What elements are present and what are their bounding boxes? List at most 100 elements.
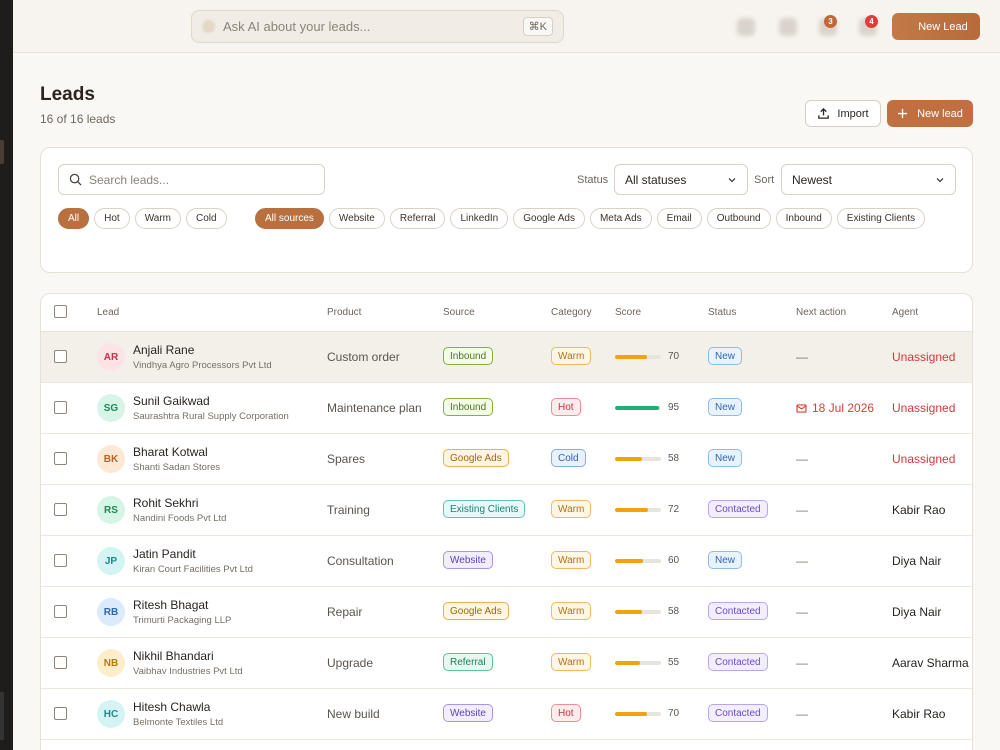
source-chip-website[interactable]: Website bbox=[328, 208, 385, 229]
table-row[interactable]: BK Bharat Kotwal Shanti Sadan Stores Spa… bbox=[41, 434, 972, 485]
new-lead-top-button[interactable]: New Lead bbox=[892, 13, 980, 40]
status-badge: New bbox=[708, 449, 743, 467]
agent-name[interactable]: Kabir Rao bbox=[892, 503, 945, 517]
plus-icon bbox=[897, 108, 908, 119]
source-chip-existing-clients[interactable]: Existing Clients bbox=[836, 208, 926, 229]
help-icon[interactable] bbox=[779, 18, 797, 36]
new-lead-button[interactable]: New lead bbox=[887, 100, 973, 127]
lead-company: Trimurti Packaging LLP bbox=[133, 615, 232, 626]
col-score[interactable]: Score bbox=[615, 307, 641, 318]
row-checkbox[interactable] bbox=[54, 350, 67, 363]
row-checkbox[interactable] bbox=[54, 707, 67, 720]
table-row[interactable]: JP Jatin Pandit Kiran Court Facilities P… bbox=[41, 536, 972, 587]
table-row[interactable]: AR Anjali Rane Vindhya Agro Processors P… bbox=[41, 332, 972, 383]
col-agent[interactable]: Agent bbox=[892, 307, 918, 318]
status-badge: Contacted bbox=[708, 653, 768, 671]
category-tag: Warm bbox=[551, 500, 592, 518]
next-action-text: — bbox=[796, 503, 808, 517]
source-chip-meta-ads[interactable]: Meta Ads bbox=[589, 208, 652, 229]
category-chip-hot[interactable]: Hot bbox=[94, 208, 130, 229]
avatar: RS bbox=[97, 496, 125, 524]
next-action: — bbox=[796, 656, 808, 670]
agent-name[interactable]: Diya Nair bbox=[892, 605, 941, 619]
row-checkbox[interactable] bbox=[54, 605, 67, 618]
next-action[interactable]: 18 Jul 2026 bbox=[796, 401, 874, 415]
source-chip-inbound[interactable]: Inbound bbox=[775, 208, 832, 229]
table-row[interactable]: NB Nikhil Bhandari Vaibhav Industries Pv… bbox=[41, 638, 972, 689]
next-action-text: — bbox=[796, 605, 808, 619]
import-button[interactable]: Import bbox=[805, 100, 881, 127]
search-box[interactable] bbox=[58, 164, 325, 195]
source-chip-all-sources[interactable]: All sources bbox=[255, 208, 324, 229]
search-input[interactable] bbox=[89, 172, 309, 187]
lead-name[interactable]: Jatin Pandit bbox=[133, 547, 196, 561]
col-status[interactable]: Status bbox=[708, 307, 736, 318]
table-row[interactable]: RB Ritesh Bhagat Trimurti Packaging LLP … bbox=[41, 587, 972, 638]
category-chip-all[interactable]: All bbox=[58, 208, 90, 229]
agent-name[interactable]: Unassigned bbox=[892, 401, 955, 415]
col-category[interactable]: Category bbox=[551, 307, 592, 318]
col-lead[interactable]: Lead bbox=[97, 307, 119, 318]
source-chip-email[interactable]: Email bbox=[656, 208, 702, 229]
score-bar bbox=[615, 406, 661, 410]
select-all-checkbox[interactable] bbox=[54, 305, 67, 318]
search-icon bbox=[69, 173, 82, 186]
table-row[interactable]: SG Sunil Gaikwad Saurashtra Rural Supply… bbox=[41, 383, 972, 434]
agent-name[interactable]: Unassigned bbox=[892, 350, 955, 364]
lead-company: Saurashtra Rural Supply Corporation bbox=[133, 411, 289, 422]
score-value: 70 bbox=[668, 708, 680, 719]
page-title: Leads bbox=[40, 84, 95, 105]
lead-name[interactable]: Bharat Kotwal bbox=[133, 445, 208, 459]
status-select-value: All statuses bbox=[625, 172, 687, 187]
score-value: 60 bbox=[668, 555, 680, 566]
col-product[interactable]: Product bbox=[327, 307, 361, 318]
agent-name[interactable]: Kabir Rao bbox=[892, 707, 945, 721]
next-action: — bbox=[796, 554, 808, 568]
avatar: NB bbox=[97, 649, 125, 677]
source-chip-linkedin[interactable]: LinkedIn bbox=[450, 208, 509, 229]
row-checkbox[interactable] bbox=[54, 503, 67, 516]
col-next-action[interactable]: Next action bbox=[796, 307, 846, 318]
lead-name[interactable]: Anjali Rane bbox=[133, 343, 194, 357]
col-source[interactable]: Source bbox=[443, 307, 475, 318]
score-bar-fill bbox=[615, 508, 649, 512]
lead-company: Vaibhav Industries Pvt Ltd bbox=[133, 666, 243, 677]
source-chip-outbound[interactable]: Outbound bbox=[706, 208, 771, 229]
grid-icon[interactable] bbox=[737, 18, 755, 36]
score-value: 58 bbox=[668, 606, 680, 617]
ask-ai-input[interactable]: Ask AI about your leads... ⌘K bbox=[191, 10, 564, 43]
table-row[interactable]: RS Rohit Sekhri Nandini Foods Pvt Ltd Tr… bbox=[41, 485, 972, 536]
lead-name[interactable]: Sunil Gaikwad bbox=[133, 394, 210, 408]
next-action-text: — bbox=[796, 554, 808, 568]
lead-name[interactable]: Hitesh Chawla bbox=[133, 700, 210, 714]
category-tag: Hot bbox=[551, 398, 581, 416]
lead-product: Repair bbox=[327, 605, 363, 619]
row-checkbox[interactable] bbox=[54, 452, 67, 465]
row-checkbox[interactable] bbox=[54, 554, 67, 567]
agent-name[interactable]: Diya Nair bbox=[892, 554, 941, 568]
leads-table: Lead Product Source Category Score Statu… bbox=[40, 293, 973, 750]
row-checkbox[interactable] bbox=[54, 401, 67, 414]
sort-label: Sort bbox=[754, 174, 775, 186]
source-chip-google-ads[interactable]: Google Ads bbox=[513, 208, 585, 229]
status-select[interactable]: All statuses bbox=[614, 164, 748, 195]
table-row[interactable]: HC Hitesh Chawla Belmonte Textiles Ltd N… bbox=[41, 689, 972, 740]
score-value: 55 bbox=[668, 657, 680, 668]
agent-name[interactable]: Aarav Sharma bbox=[892, 656, 969, 670]
lead-name[interactable]: Ritesh Bhagat bbox=[133, 598, 208, 612]
sort-select[interactable]: Newest bbox=[781, 164, 956, 195]
lead-product: New build bbox=[327, 707, 380, 721]
category-chips: All Hot Warm Cold bbox=[58, 208, 238, 229]
avatar: JP bbox=[97, 547, 125, 575]
category-tag: Warm bbox=[551, 653, 592, 671]
source-chip-referral[interactable]: Referral bbox=[389, 208, 446, 229]
app-side-strip bbox=[0, 0, 13, 750]
row-checkbox[interactable] bbox=[54, 656, 67, 669]
agent-name[interactable]: Unassigned bbox=[892, 452, 955, 466]
lead-company: Kiran Court Facilities Pvt Ltd bbox=[133, 564, 253, 575]
category-chip-warm[interactable]: Warm bbox=[134, 208, 181, 229]
lead-name[interactable]: Nikhil Bhandari bbox=[133, 649, 214, 663]
next-action-text: — bbox=[796, 707, 808, 721]
category-chip-cold[interactable]: Cold bbox=[185, 208, 227, 229]
lead-name[interactable]: Rohit Sekhri bbox=[133, 496, 198, 510]
